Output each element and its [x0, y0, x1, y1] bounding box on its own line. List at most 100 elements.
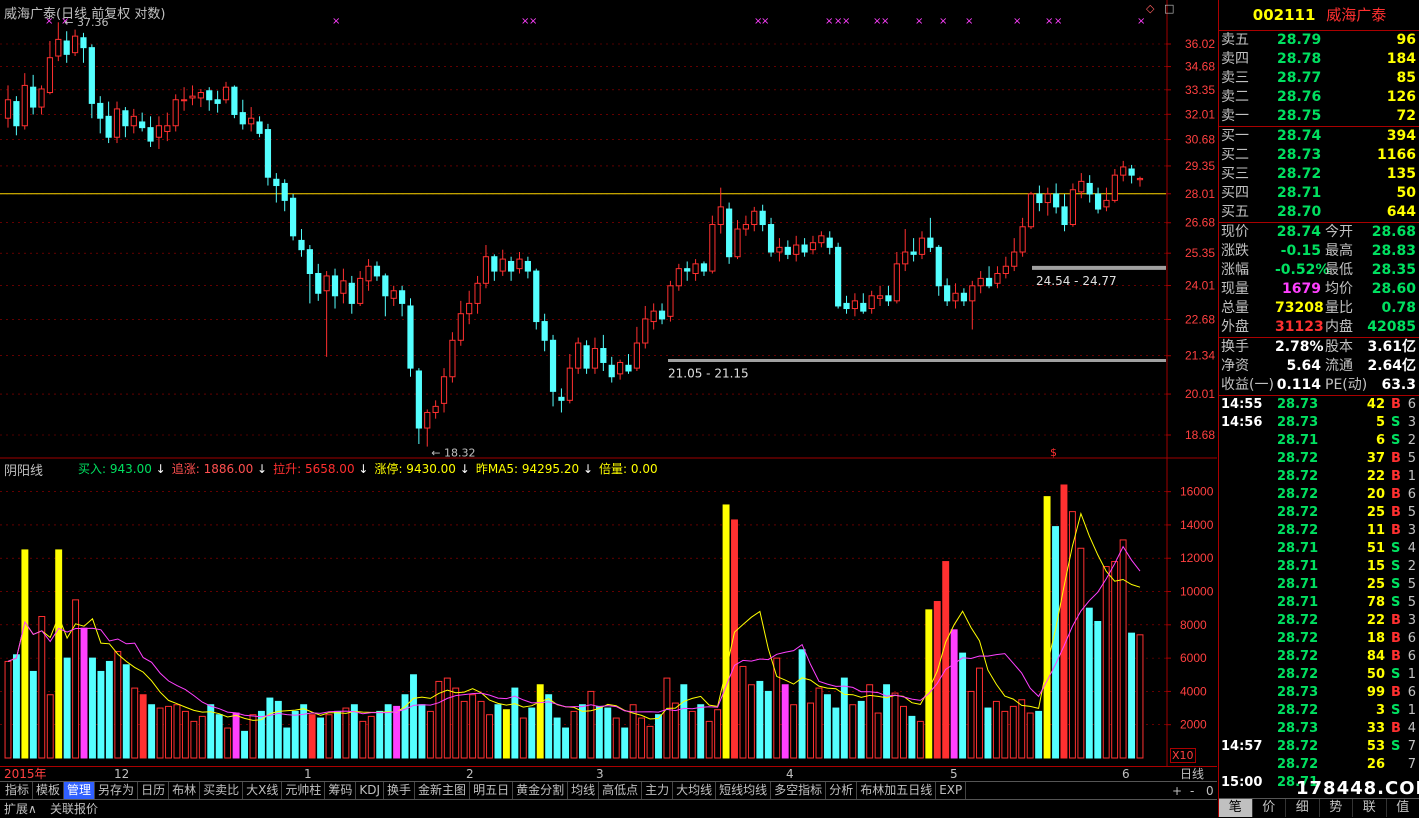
tab-0[interactable]: 指标: [2, 782, 33, 799]
stat-value: 42085: [1367, 318, 1416, 337]
period-label[interactable]: 日线: [1180, 767, 1204, 782]
tab-13[interactable]: 明五日: [470, 782, 513, 799]
price-tick-label: 28.01: [1185, 187, 1215, 201]
bid-row[interactable]: 买二28.731166: [1219, 146, 1419, 165]
candle-body: [743, 225, 748, 229]
tick-price: 28.72: [1277, 738, 1318, 756]
volume-bar: [1103, 567, 1109, 758]
chart-canvas[interactable]: 36.0234.6833.3532.0130.6829.3528.0126.68…: [0, 0, 1217, 766]
expand-button[interactable]: 扩展∧: [4, 800, 37, 818]
tab-23[interactable]: EXP: [936, 782, 966, 799]
price-tick-label: 33.35: [1185, 83, 1215, 97]
tab-8[interactable]: 元帅柱: [282, 782, 325, 799]
kline-chart[interactable]: 36.0234.6833.3532.0130.6829.3528.0126.68…: [0, 0, 1217, 766]
chart-title: 威海广泰(日线 前复权 对数): [4, 3, 165, 22]
tab-14[interactable]: 黄金分割: [513, 782, 568, 799]
tab-2[interactable]: 管理: [64, 782, 95, 799]
level-price: 28.71: [1277, 184, 1321, 203]
bid-row[interactable]: 买四28.7150: [1219, 184, 1419, 203]
volume-bar: [64, 658, 70, 758]
quote-tab-2[interactable]: 细: [1286, 799, 1320, 817]
candle-body: [165, 126, 170, 132]
tab-20[interactable]: 多空指标: [771, 782, 826, 799]
candle-body: [341, 281, 346, 293]
bid-row[interactable]: 买一28.74394: [1219, 127, 1419, 146]
quote-tab-3[interactable]: 势: [1320, 799, 1354, 817]
tab-6[interactable]: 买卖比: [200, 782, 243, 799]
zoom-out-button[interactable]: -: [1190, 782, 1194, 800]
tick-volume: 3: [1327, 702, 1385, 720]
tick-price: 28.72: [1277, 648, 1318, 666]
candle-body: [869, 296, 874, 309]
stat-label: 量比: [1325, 299, 1353, 318]
volume-bar: [977, 668, 983, 758]
tick-volume: 5: [1327, 414, 1385, 432]
tab-12[interactable]: 金新主图: [415, 782, 470, 799]
tab-4[interactable]: 日历: [138, 782, 169, 799]
ask-row[interactable]: 卖三28.7785: [1219, 69, 1419, 88]
volume-bar: [56, 550, 62, 758]
tab-21[interactable]: 分析: [826, 782, 857, 799]
tick-row: 14:5628.735S3: [1219, 414, 1419, 432]
tab-16[interactable]: 高低点: [599, 782, 642, 799]
ask-row[interactable]: 卖四28.78184: [1219, 50, 1419, 69]
volume-bar: [106, 661, 112, 758]
volume-bar: [419, 705, 425, 758]
volume-bar: [520, 718, 526, 758]
candle-body: [106, 116, 111, 137]
tab-1[interactable]: 模板: [33, 782, 64, 799]
tab-10[interactable]: KDJ: [356, 782, 384, 799]
tab-3[interactable]: 另存为: [95, 782, 138, 799]
square-icon[interactable]: □: [1164, 2, 1174, 15]
ask-row[interactable]: 卖二28.76126: [1219, 88, 1419, 107]
stat-label: 最高: [1325, 242, 1353, 261]
zoom-in-button[interactable]: +: [1172, 782, 1182, 800]
diamond-icon[interactable]: ◇: [1146, 2, 1154, 15]
bid-row[interactable]: 买三28.72135: [1219, 165, 1419, 184]
candle-body: [542, 322, 547, 341]
quote-tab-0[interactable]: 笔: [1219, 799, 1253, 817]
tick-list[interactable]: 14:5528.7342B614:5628.735S328.716S228.72…: [1219, 396, 1419, 792]
tick-count: 1: [1408, 468, 1416, 486]
candle-body: [72, 36, 77, 53]
tab-15[interactable]: 均线: [568, 782, 599, 799]
tab-7[interactable]: 大X线: [243, 782, 282, 799]
quote-tabs[interactable]: 笔价细势联值: [1219, 798, 1419, 817]
candle-body: [693, 264, 698, 274]
tab-5[interactable]: 布林: [169, 782, 200, 799]
chart-corner-controls[interactable]: ◇ □: [1140, 2, 1174, 15]
candle-body: [475, 283, 480, 303]
ask-row[interactable]: 卖一28.7572: [1219, 107, 1419, 126]
tick-count: 3: [1408, 612, 1416, 630]
tick-row: 28.7222B1: [1219, 468, 1419, 486]
volume-bar: [681, 685, 687, 758]
quote-tab-4[interactable]: 联: [1353, 799, 1387, 817]
ask-row[interactable]: 卖五28.7996: [1219, 31, 1419, 50]
candle-body: [123, 111, 128, 126]
volume-bar: [242, 731, 248, 758]
volume-tick-label: 6000: [1180, 651, 1207, 665]
indicator-tabbar[interactable]: 指标模板管理另存为日历布林买卖比大X线元帅柱筹码KDJ换手金新主图明五日黄金分割…: [0, 781, 1217, 799]
quote-tab-5[interactable]: 值: [1387, 799, 1419, 817]
tab-9[interactable]: 筹码: [325, 782, 356, 799]
candle-body: [332, 276, 337, 296]
volume-bar: [1044, 497, 1050, 758]
volume-bar: [1086, 608, 1092, 758]
bid-row[interactable]: 买五28.70644: [1219, 203, 1419, 222]
tab-17[interactable]: 主力: [642, 782, 673, 799]
volume-bar: [960, 653, 966, 758]
linked-quote-button[interactable]: 关联报价: [50, 800, 98, 818]
tab-11[interactable]: 换手: [384, 782, 415, 799]
tab-18[interactable]: 大均线: [673, 782, 716, 799]
fund-label: 换手: [1221, 338, 1249, 357]
volume-bar: [343, 708, 349, 758]
tick-count: 6: [1408, 648, 1416, 666]
stat-value: 0.78: [1381, 299, 1416, 318]
tab-19[interactable]: 短线均线: [716, 782, 771, 799]
candle-body: [324, 276, 329, 291]
quote-tab-1[interactable]: 价: [1253, 799, 1287, 817]
indicator-name[interactable]: 阴阳线: [4, 460, 43, 479]
zoom-reset-button[interactable]: 0: [1206, 782, 1214, 800]
tab-22[interactable]: 布林加五日线: [857, 782, 936, 799]
tick-volume: 53: [1327, 738, 1385, 756]
